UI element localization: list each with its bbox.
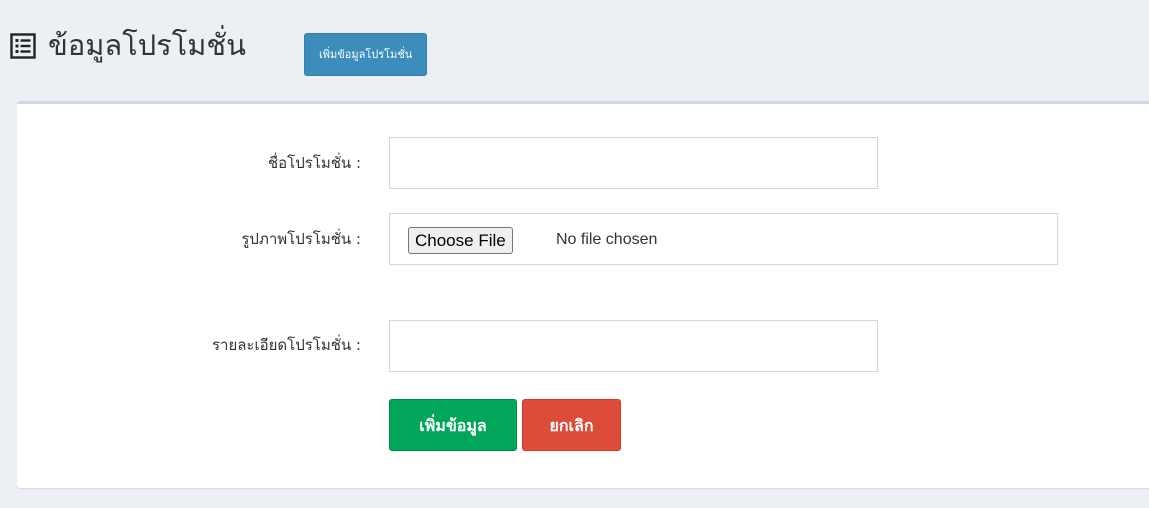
file-status-text: No file chosen: [556, 231, 658, 248]
content-header: ข้อมูลโปรโมชั่น เพิ่มข้อมูลโปรโมชั่น: [0, 0, 1149, 100]
promotion-form: ชื่อโปรโมชั่น : รูปภาพโปรโมชั่น : Choose…: [17, 101, 1149, 488]
promotion-name-input[interactable]: [389, 137, 878, 189]
promotion-image-file-field: Choose File No file chosen: [389, 213, 1058, 265]
page-title: ข้อมูลโปรโมชั่น: [48, 28, 246, 62]
promotion-name-label: ชื่อโปรโมชั่น :: [267, 154, 361, 172]
choose-file-button[interactable]: Choose File: [408, 227, 513, 254]
promotion-detail-input[interactable]: [389, 320, 878, 372]
add-promotion-button[interactable]: เพิ่มข้อมูลโปรโมชั่น: [304, 33, 428, 76]
cancel-button[interactable]: ยกเลิก: [522, 399, 621, 451]
promotion-image-label: รูปภาพโปรโมชั่น :: [241, 230, 361, 248]
submit-button[interactable]: เพิ่มข้อมูล: [389, 399, 517, 451]
list-alt-icon: [10, 33, 36, 59]
promotion-detail-label: รายละเอียดโปรโมชั่น :: [211, 336, 361, 354]
page: ข้อมูลโปรโมชั่น เพิ่มข้อมูลโปรโมชั่น ชื่…: [0, 0, 1149, 508]
